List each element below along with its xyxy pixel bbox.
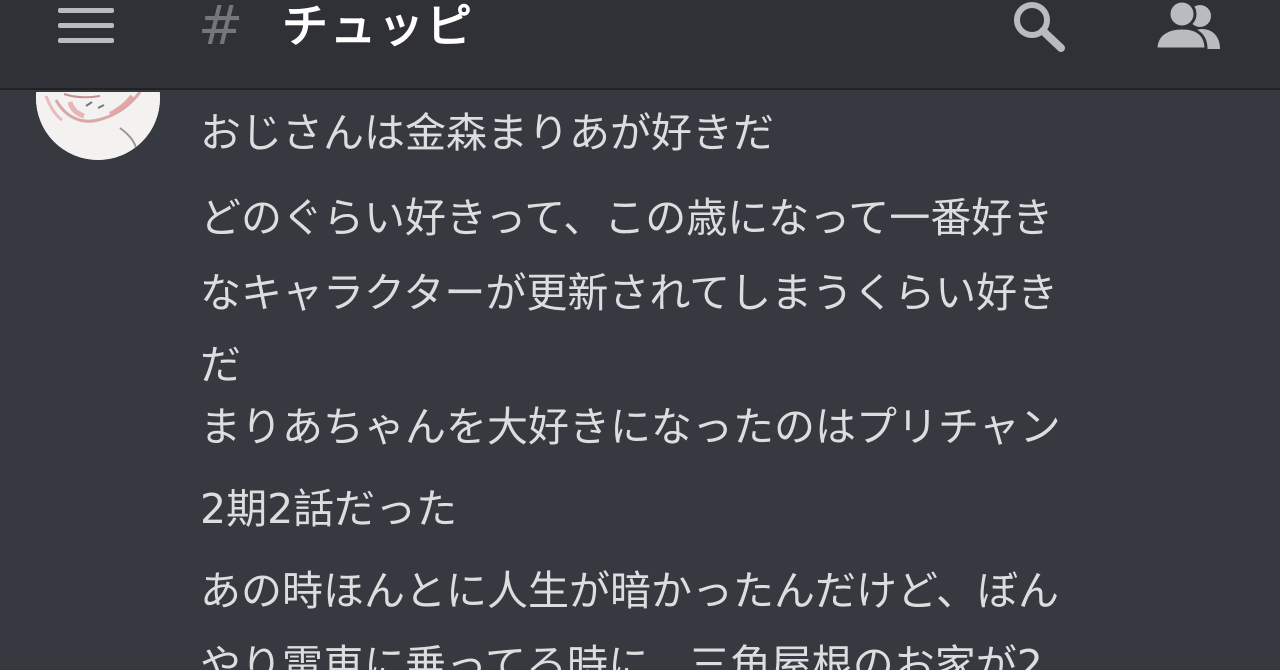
channel-hash-icon: #: [198, 0, 244, 57]
hamburger-menu-icon[interactable]: [56, 4, 116, 48]
message-line: おじさんは金森まりあが好きだ: [200, 109, 774, 157]
message-line: やり電車に乗ってる時に、三角屋根のお家が2: [200, 641, 1043, 670]
menu-bar: [58, 38, 114, 43]
message-line: あの時ほんとに人生が暗かったんだけど、ぼん: [200, 567, 1059, 615]
members-icon[interactable]: [1150, 0, 1224, 54]
message-line: なキャラクターが更新されてしまうくらい好き: [200, 269, 1059, 317]
message-line: だ: [200, 341, 241, 389]
message-line: まりあちゃんを大好きになったのはプリチャン: [200, 403, 1061, 451]
menu-bar: [58, 8, 114, 13]
search-icon[interactable]: [1006, 0, 1070, 54]
message-line: 2期2話だった: [200, 485, 458, 533]
message-list: おじさんは金森まりあが好きだ どのぐらい好きって、この歳になって一番好き なキャ…: [0, 92, 1280, 670]
message-line: どのぐらい好きって、この歳になって一番好き: [200, 194, 1054, 242]
channel-header: # チュッピ: [0, 0, 1280, 90]
menu-bar: [58, 23, 114, 28]
chat-app: # チュッピ おじさんは金森まりあが好きだ どのぐらい好きって、この歳になって一…: [0, 0, 1280, 670]
user-avatar[interactable]: [36, 92, 160, 160]
channel-name: チュッピ: [282, 0, 474, 53]
